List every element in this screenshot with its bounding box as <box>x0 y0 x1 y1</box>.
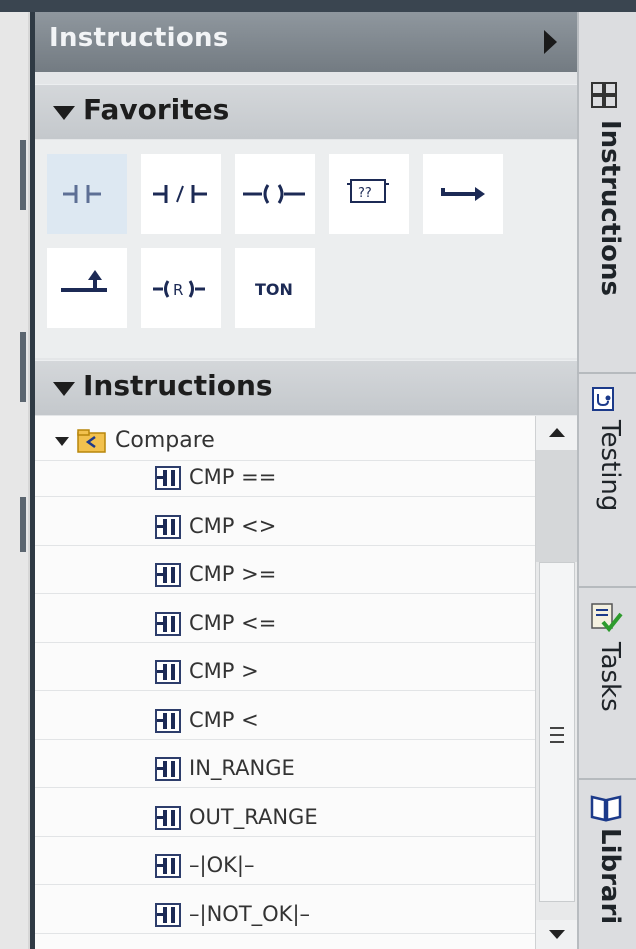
instruction-label: CMP >= <box>189 562 277 586</box>
expand-triangle-icon <box>53 382 75 396</box>
scroll-grip-icon <box>550 727 564 748</box>
instruction-label: CMP <> <box>189 513 277 538</box>
comparator-instruction-icon <box>155 466 181 490</box>
tree-item-instruction[interactable]: –|OK|– <box>35 848 535 885</box>
favorites-section-header[interactable]: Favorites <box>35 84 577 139</box>
reset-coil-label: R <box>173 281 183 299</box>
scroll-up-button[interactable] <box>536 416 578 450</box>
panel-title: Instructions <box>49 23 229 53</box>
instructions-grid-icon <box>591 82 617 108</box>
instruction-tree: Compare CMP == CMP <> CMP >= CMP <= CMP > CMP… <box>35 416 535 949</box>
testing-icon <box>592 387 614 411</box>
scroll-up-arrow-icon <box>549 428 565 437</box>
empty-box-label: ?? <box>358 186 372 201</box>
reset-output-coil-icon: R <box>153 280 205 299</box>
ton-timer-label: TON <box>255 280 293 299</box>
comparator-instruction-icon <box>155 611 181 636</box>
ton-timer-icon: TON <box>255 280 293 299</box>
tab-tasks[interactable]: Tasks <box>577 594 636 774</box>
scroll-thumb[interactable] <box>539 562 575 902</box>
collapse-panel-arrow-icon[interactable] <box>544 30 557 54</box>
tree-item-instruction[interactable]: CMP <> <box>35 509 535 546</box>
tab-instructions-label: Instructions <box>595 120 625 297</box>
tree-folder-compare[interactable]: Compare <box>35 424 535 461</box>
left-edge-mark <box>20 497 26 552</box>
tasks-icon <box>591 603 623 633</box>
tab-libraries[interactable]: Librari <box>577 786 636 949</box>
compare-folder-icon <box>77 429 106 453</box>
tab-separator <box>577 778 636 780</box>
instructions-section-header[interactable]: Instructions <box>35 360 577 415</box>
favorites-title: Favorites <box>83 93 230 126</box>
normally-closed-contact-icon <box>153 185 207 203</box>
tab-testing[interactable]: Testing <box>577 380 636 580</box>
comparator-instruction-icon <box>155 854 181 878</box>
tab-separator <box>577 586 636 588</box>
normally-open-contact-icon <box>63 185 101 203</box>
favorite-empty-box[interactable]: ?? <box>329 154 409 234</box>
favorite-close-branch[interactable] <box>47 248 127 328</box>
tab-instructions[interactable]: Instructions <box>577 78 636 368</box>
open-branch-arrow-icon <box>441 187 485 201</box>
instruction-label: –|NOT_OK|– <box>189 901 311 926</box>
scroll-down-button[interactable] <box>536 920 578 949</box>
comparator-instruction-icon <box>155 563 181 587</box>
folder-label: Compare <box>115 428 215 453</box>
tab-libraries-label: Librari <box>595 828 625 925</box>
tree-item-instruction[interactable]: CMP < <box>35 703 535 740</box>
favorite-output-coil[interactable] <box>235 154 315 234</box>
tree-item-instruction[interactable]: CMP <= <box>35 606 535 643</box>
tree-item-instruction[interactable]: CMP > <box>35 654 535 691</box>
favorite-ton-timer[interactable]: TON <box>235 248 315 328</box>
output-coil-icon <box>243 184 305 204</box>
comparator-instruction-icon <box>155 660 181 684</box>
window-top-bar <box>0 0 636 12</box>
tree-item-instruction[interactable]: CMP >= <box>35 557 535 594</box>
close-branch-arrow-icon <box>61 270 107 292</box>
left-edge-mark <box>20 140 26 210</box>
instruction-label: –|OK|– <box>189 853 255 877</box>
instruction-label: IN_RANGE <box>189 756 295 780</box>
favorite-open-branch[interactable] <box>423 154 503 234</box>
comparator-instruction-icon <box>155 805 181 830</box>
tree-item-instruction[interactable]: –|NOT_OK|– <box>35 897 535 934</box>
panel-header: Instructions <box>35 12 577 72</box>
instruction-label: CMP > <box>189 659 259 683</box>
folder-expand-triangle-icon[interactable] <box>55 437 69 446</box>
favorites-palette: ?? R TON <box>35 140 577 358</box>
favorite-normally-open-contact[interactable] <box>47 154 127 234</box>
tree-scrollbar[interactable] <box>535 416 578 949</box>
favorite-normally-closed-contact[interactable] <box>141 154 221 234</box>
comparator-instruction-icon <box>155 514 181 539</box>
favorite-reset-output[interactable]: R <box>141 248 221 328</box>
left-edge-mark <box>20 332 26 402</box>
scroll-down-arrow-icon <box>549 930 565 939</box>
tab-separator <box>577 372 636 374</box>
instruction-label: CMP <= <box>189 610 277 635</box>
expand-triangle-icon <box>53 106 75 120</box>
comparator-instruction-icon <box>155 708 181 733</box>
comparator-instruction-icon <box>155 902 181 927</box>
libraries-book-icon <box>590 795 622 822</box>
comparator-instruction-icon <box>155 757 181 781</box>
instructions-section-title: Instructions <box>83 369 273 402</box>
tab-tasks-label: Tasks <box>595 642 625 712</box>
instruction-label: CMP == <box>189 465 277 489</box>
tree-item-instruction[interactable]: IN_RANGE <box>35 751 535 788</box>
empty-box-icon: ?? <box>347 179 389 203</box>
instruction-label: OUT_RANGE <box>189 804 318 829</box>
tree-item-instruction[interactable]: OUT_RANGE <box>35 800 535 837</box>
tree-item-instruction[interactable]: CMP == <box>35 460 535 497</box>
left-editor-edge <box>0 12 28 949</box>
instruction-label: CMP < <box>189 707 259 732</box>
scroll-track[interactable] <box>536 450 578 562</box>
tab-testing-label: Testing <box>595 420 625 512</box>
